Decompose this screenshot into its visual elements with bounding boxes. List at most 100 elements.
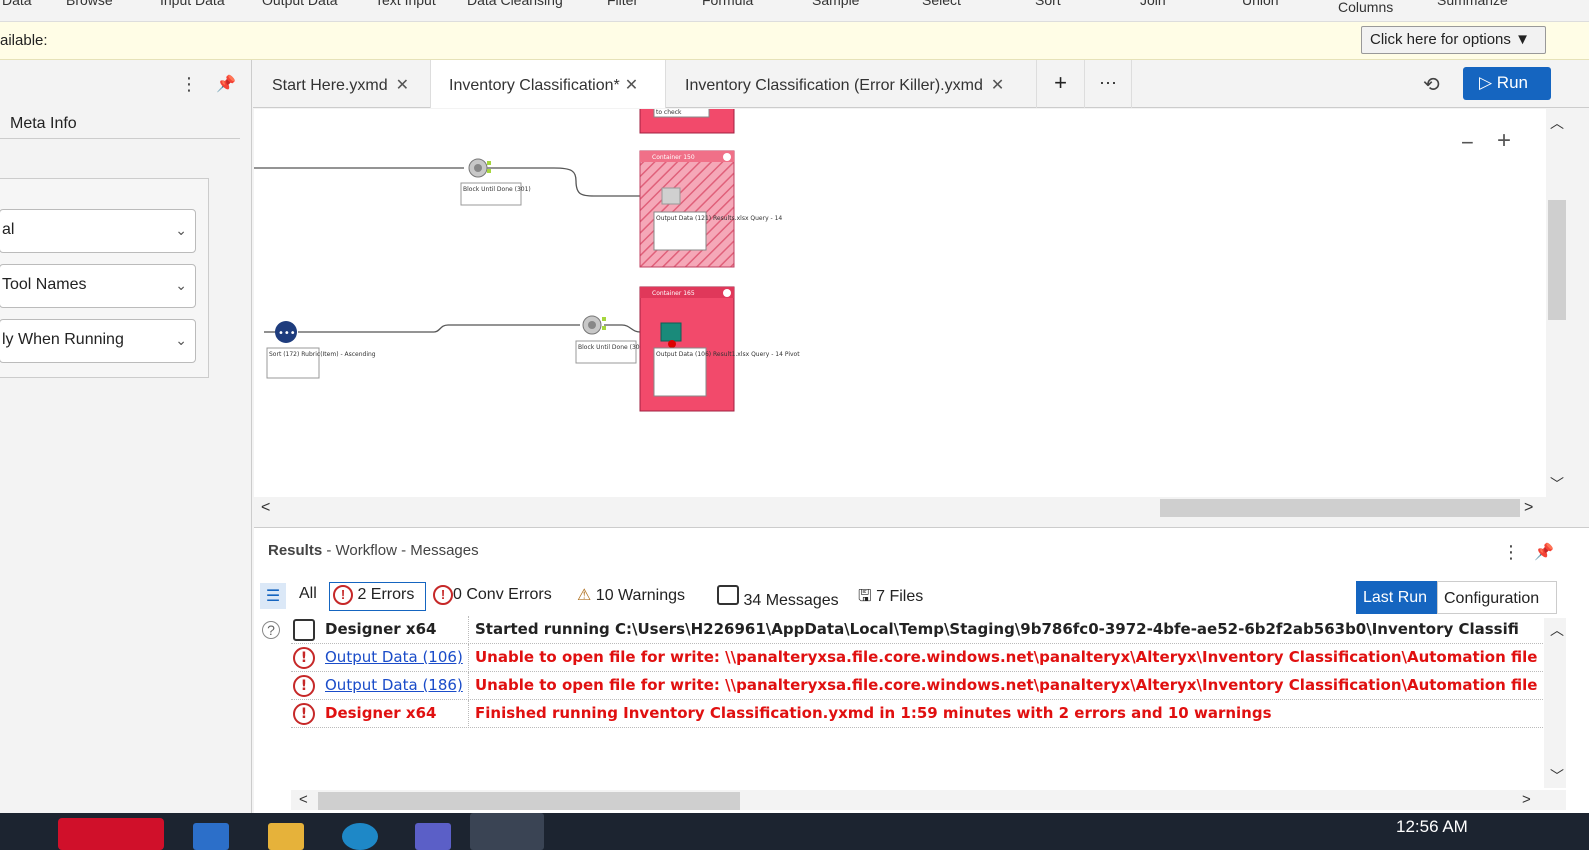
outlook-icon[interactable] [193,823,229,850]
dropdown-value: Tool Names [2,276,87,293]
filter-files-label: 7 Files [876,588,924,605]
configuration-button[interactable]: Configuration [1437,581,1557,614]
panel-menu-icon[interactable]: ⋮ [180,74,198,95]
node-label-out2: Output Data (106) Result1.xlsx Query - 1… [656,351,800,358]
ribbon-item-summarize[interactable]: Summarize [1437,0,1508,8]
alteryx-taskbar-icon[interactable] [470,813,544,850]
scroll-down-icon[interactable]: ﹀ [1550,766,1564,786]
start-app-tile[interactable] [58,818,164,850]
anchor [487,161,491,165]
ribbon-item-join[interactable]: Join [1140,0,1166,8]
output-data-icon[interactable] [660,322,682,342]
ribbon-item-input-data[interactable]: Input Data [160,0,225,8]
scroll-left-icon[interactable]: < [299,791,308,808]
dropdown-layout[interactable]: al ⌄ [0,209,196,253]
ribbon-item-filter[interactable]: Filter [607,0,638,8]
table-row[interactable]: ! Output Data (106) Unable to open file … [291,644,1543,672]
block-until-done-core [588,321,596,329]
filter-warnings[interactable]: ⚠ 10 Warnings [577,585,685,605]
zoom-out-button[interactable]: − [1461,130,1474,156]
scrollbar-thumb[interactable] [1160,499,1520,517]
tab-inventory-classification[interactable]: Inventory Classification* ✕ [430,60,666,108]
filter-messages[interactable]: 34 Messages [717,585,839,610]
column-divider [468,616,469,643]
tab-meta-info[interactable]: Meta Info [10,115,77,133]
filter-files[interactable]: 🖫 7 Files [858,585,923,612]
table-row[interactable]: ! Output Data (186) Unable to open file … [291,672,1543,700]
history-icon[interactable]: ⟲ [1423,72,1440,97]
file-explorer-icon[interactable] [268,823,304,850]
zoom-in-button[interactable]: + [1497,127,1511,155]
windows-taskbar: 12:56 AM [0,813,1589,850]
teams-icon[interactable] [415,823,451,850]
ribbon-item-select[interactable]: Select [922,0,961,8]
table-row[interactable]: Designer x64 Started running C:\Users\H2… [291,616,1543,644]
ribbon-item-data[interactable]: Data [2,0,32,8]
ribbon-item-formula[interactable]: Formula [702,0,753,8]
collapse-icon[interactable] [723,289,731,297]
more-tabs-button[interactable]: ··· [1084,60,1132,108]
scroll-right-icon[interactable]: > [1522,791,1531,808]
system-clock[interactable]: 12:56 AM [1396,817,1468,837]
list-view-icon[interactable]: ☰ [260,583,286,609]
table-row[interactable]: ! Designer x64 Finished running Inventor… [291,700,1543,728]
tab-error-killer[interactable]: Inventory Classification (Error Killer).… [666,60,1036,108]
tab-label: Inventory Classification* [449,77,620,94]
results-vertical-scrollbar[interactable] [1544,618,1566,788]
last-run-button[interactable]: Last Run [1356,581,1437,614]
message-source-link[interactable]: Output Data (106) [325,648,463,666]
filter-all[interactable]: All [299,585,317,603]
file-icon: 🖫 [858,588,872,605]
message-source: Designer x64 [325,620,437,638]
container-title: Container 150 [652,154,695,161]
run-button[interactable]: ▷ Run [1463,67,1551,100]
edge-icon[interactable] [342,823,378,850]
ribbon-item-browse[interactable]: Browse [66,0,113,8]
run-label: Run [1496,73,1528,92]
message-text: Unable to open file for write: \\panalte… [475,676,1538,694]
dropdown-value: ly When Running [2,331,124,348]
pin-icon[interactable]: 📌 [216,74,236,94]
filter-conv-errors[interactable]: ! 0 Conv Errors [433,585,552,605]
message-source: Designer x64 [325,704,437,722]
error-icon: ! [293,647,315,669]
dropdown-display[interactable]: ly When Running ⌄ [0,319,196,363]
scroll-left-icon[interactable]: < [261,499,270,517]
dropdown-annotation[interactable]: Tool Names ⌄ [0,264,196,308]
collapse-icon[interactable] [723,153,731,161]
close-icon[interactable]: ✕ [991,77,1004,94]
pin-icon[interactable]: 📌 [1534,542,1554,562]
results-title-main: Results [268,542,323,559]
scroll-down-icon[interactable]: ﹀ [1550,474,1564,494]
ribbon-item-sample[interactable]: Sample [812,0,859,8]
output-data-icon[interactable] [661,187,681,205]
tab-label: Inventory Classification (Error Killer).… [685,77,983,94]
scrollbar-thumb[interactable] [1548,200,1566,320]
panel-menu-icon[interactable]: ⋮ [1502,542,1520,563]
anchor [487,169,491,173]
options-dropdown-button[interactable]: Click here for options ▼ [1361,26,1546,54]
message-source-link[interactable]: Output Data (186) [325,676,463,694]
scroll-up-icon[interactable]: ︿ [1550,620,1564,640]
message-text: Finished running Inventory Classificatio… [475,704,1272,722]
workflow-tab-bar: Start Here.yxmd ✕ Inventory Classificatio… [253,60,1589,108]
scroll-up-icon[interactable]: ︿ [1550,113,1564,133]
scrollbar-thumb[interactable] [318,792,740,810]
ribbon-item-data-cleansing[interactable]: Data Cleansing [467,0,563,8]
help-icon[interactable]: ? [262,621,280,639]
message-text: Started running C:\Users\H226961\AppData… [475,620,1519,638]
filter-errors[interactable]: ! 2 Errors [333,585,414,605]
add-tab-button[interactable]: + [1036,60,1084,108]
container-title: Container 165 [652,290,695,297]
ribbon-item-output-data[interactable]: Output Data [262,0,338,8]
tab-start-here[interactable]: Start Here.yxmd ✕ [253,60,430,108]
scroll-right-icon[interactable]: > [1524,499,1533,517]
node-label-block1: Block Until Done (301) [463,186,531,193]
ribbon-item-columns[interactable]: Columns [1338,0,1393,15]
ribbon-item-text-input[interactable]: Text Input [375,0,436,8]
ribbon-item-union[interactable]: Union [1242,0,1279,8]
close-icon[interactable]: ✕ [625,77,638,94]
ribbon-item-sort[interactable]: Sort [1035,0,1061,8]
close-icon[interactable]: ✕ [396,77,409,94]
workflow-canvas[interactable]: to check Block Until Done (301) Containe… [254,109,1546,497]
